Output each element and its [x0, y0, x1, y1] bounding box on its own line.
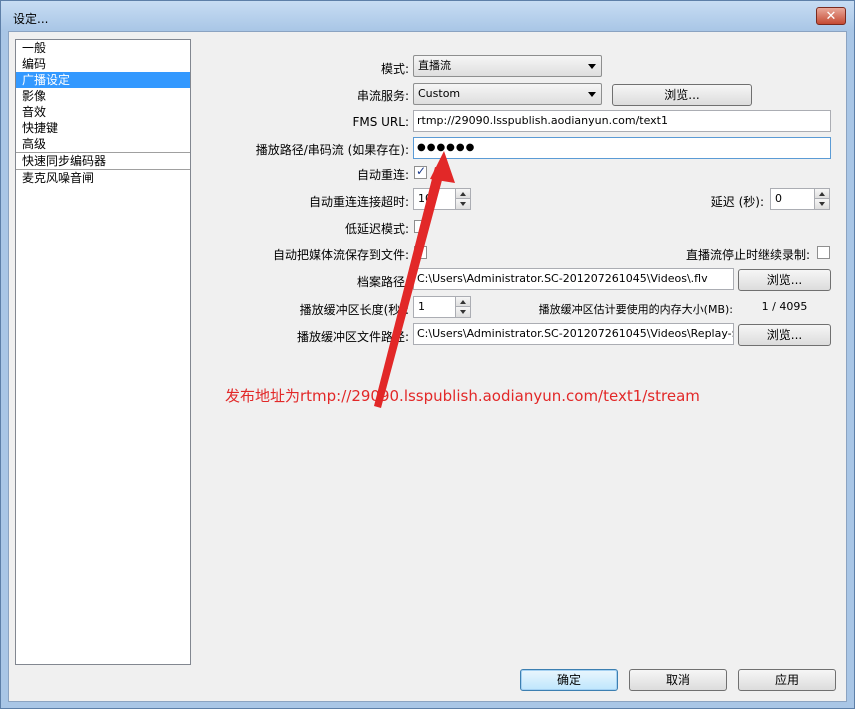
spin-up-icon[interactable] — [455, 297, 470, 307]
buffer-path-input[interactable]: C:\Users\Administrator.SC-201207261045\V… — [413, 323, 734, 345]
auto-reconnect-checkbox[interactable] — [414, 164, 427, 179]
buffer-length-label: 播放缓冲区长度(秒): — [299, 303, 409, 317]
reconnect-timeout-stepper[interactable]: 10 — [413, 188, 471, 210]
spin-up-icon[interactable] — [814, 189, 829, 199]
buffer-length-value: 1 — [418, 300, 425, 313]
ok-button[interactable]: 确定 — [520, 669, 618, 691]
sidebar-item-audio[interactable]: 音效 — [16, 104, 190, 120]
annotation-text: 发布地址为rtmp://29090.lsspublish.aodianyun.c… — [225, 387, 700, 405]
settings-sidebar: 一般 编码 广播设定 影像 音效 快捷键 高级 快速同步编码器 麦克风噪音闸 — [15, 39, 191, 665]
window-title: 设定... — [13, 12, 49, 26]
buffer-path-label: 播放缓冲区文件路径: — [296, 330, 409, 344]
service-value: Custom — [418, 87, 461, 100]
settings-window: 设定... ✕ 一般 编码 广播设定 影像 音效 快捷键 高级 快速同步编码器 … — [0, 0, 855, 709]
sidebar-item-hotkeys[interactable]: 快捷键 — [16, 120, 190, 136]
title-bar[interactable]: 设定... ✕ — [1, 1, 854, 31]
apply-button[interactable]: 应用 — [738, 669, 836, 691]
sidebar-item-broadcast[interactable]: 广播设定 — [16, 72, 190, 88]
auto-reconnect-label: 自动重连: — [356, 168, 409, 182]
fms-url-label: FMS URL: — [352, 115, 409, 129]
service-select[interactable]: Custom — [413, 83, 602, 105]
buffer-memory-label: 播放缓冲区估计要使用的内存大小(MB): — [538, 303, 733, 316]
close-icon: ✕ — [825, 9, 837, 24]
delay-label: 延迟 (秒): — [710, 195, 764, 209]
sidebar-item-encoding[interactable]: 编码 — [16, 56, 190, 72]
chevron-down-icon — [588, 92, 596, 97]
fms-url-input[interactable]: rtmp://29090.lsspublish.aodianyun.com/te… — [413, 110, 831, 132]
sidebar-item-noise-gate[interactable]: 麦克风噪音闸 — [16, 170, 190, 186]
service-browse-button[interactable]: 浏览... — [612, 84, 752, 106]
mode-value: 直播流 — [418, 59, 451, 72]
mode-select[interactable]: 直播流 — [413, 55, 602, 77]
low-latency-label: 低延迟模式: — [344, 222, 409, 236]
sidebar-item-video[interactable]: 影像 — [16, 88, 190, 104]
reconnect-timeout-value: 10 — [418, 192, 432, 205]
file-path-browse-button[interactable]: 浏览... — [738, 269, 831, 291]
file-path-label: 档案路径: — [356, 275, 409, 289]
spin-down-icon[interactable] — [455, 307, 470, 317]
cancel-button[interactable]: 取消 — [629, 669, 727, 691]
mode-label: 模式: — [380, 62, 409, 76]
sidebar-item-general[interactable]: 一般 — [16, 40, 190, 56]
keep-recording-label: 直播流停止时继续录制: — [685, 248, 810, 262]
sidebar-item-quicksync[interactable]: 快速同步编码器 — [16, 152, 190, 170]
spin-down-icon[interactable] — [814, 199, 829, 209]
play-path-label: 播放路径/串码流 (如果存在): — [255, 143, 409, 157]
delay-value: 0 — [775, 192, 782, 205]
service-label: 串流服务: — [356, 89, 409, 103]
buffer-memory-value: 1 / 4095 — [761, 300, 808, 313]
low-latency-checkbox[interactable] — [414, 220, 427, 233]
chevron-down-icon — [588, 64, 596, 69]
auto-save-checkbox[interactable] — [414, 246, 427, 259]
auto-save-label: 自动把媒体流保存到文件: — [272, 248, 409, 262]
buffer-length-stepper[interactable]: 1 — [413, 296, 471, 318]
dialog-client: 一般 编码 广播设定 影像 音效 快捷键 高级 快速同步编码器 麦克风噪音闸 模… — [8, 31, 847, 702]
play-path-input[interactable]: ●●●●●● — [413, 137, 831, 159]
delay-stepper[interactable]: 0 — [770, 188, 830, 210]
file-path-input[interactable]: C:\Users\Administrator.SC-201207261045\V… — [413, 268, 734, 290]
spin-down-icon[interactable] — [455, 199, 470, 209]
buffer-path-browse-button[interactable]: 浏览... — [738, 324, 831, 346]
keep-recording-checkbox[interactable] — [817, 246, 830, 259]
reconnect-timeout-label: 自动重连连接超时: — [308, 195, 409, 209]
sidebar-item-advanced[interactable]: 高级 — [16, 136, 190, 152]
spin-up-icon[interactable] — [455, 189, 470, 199]
close-button[interactable]: ✕ — [816, 7, 846, 25]
